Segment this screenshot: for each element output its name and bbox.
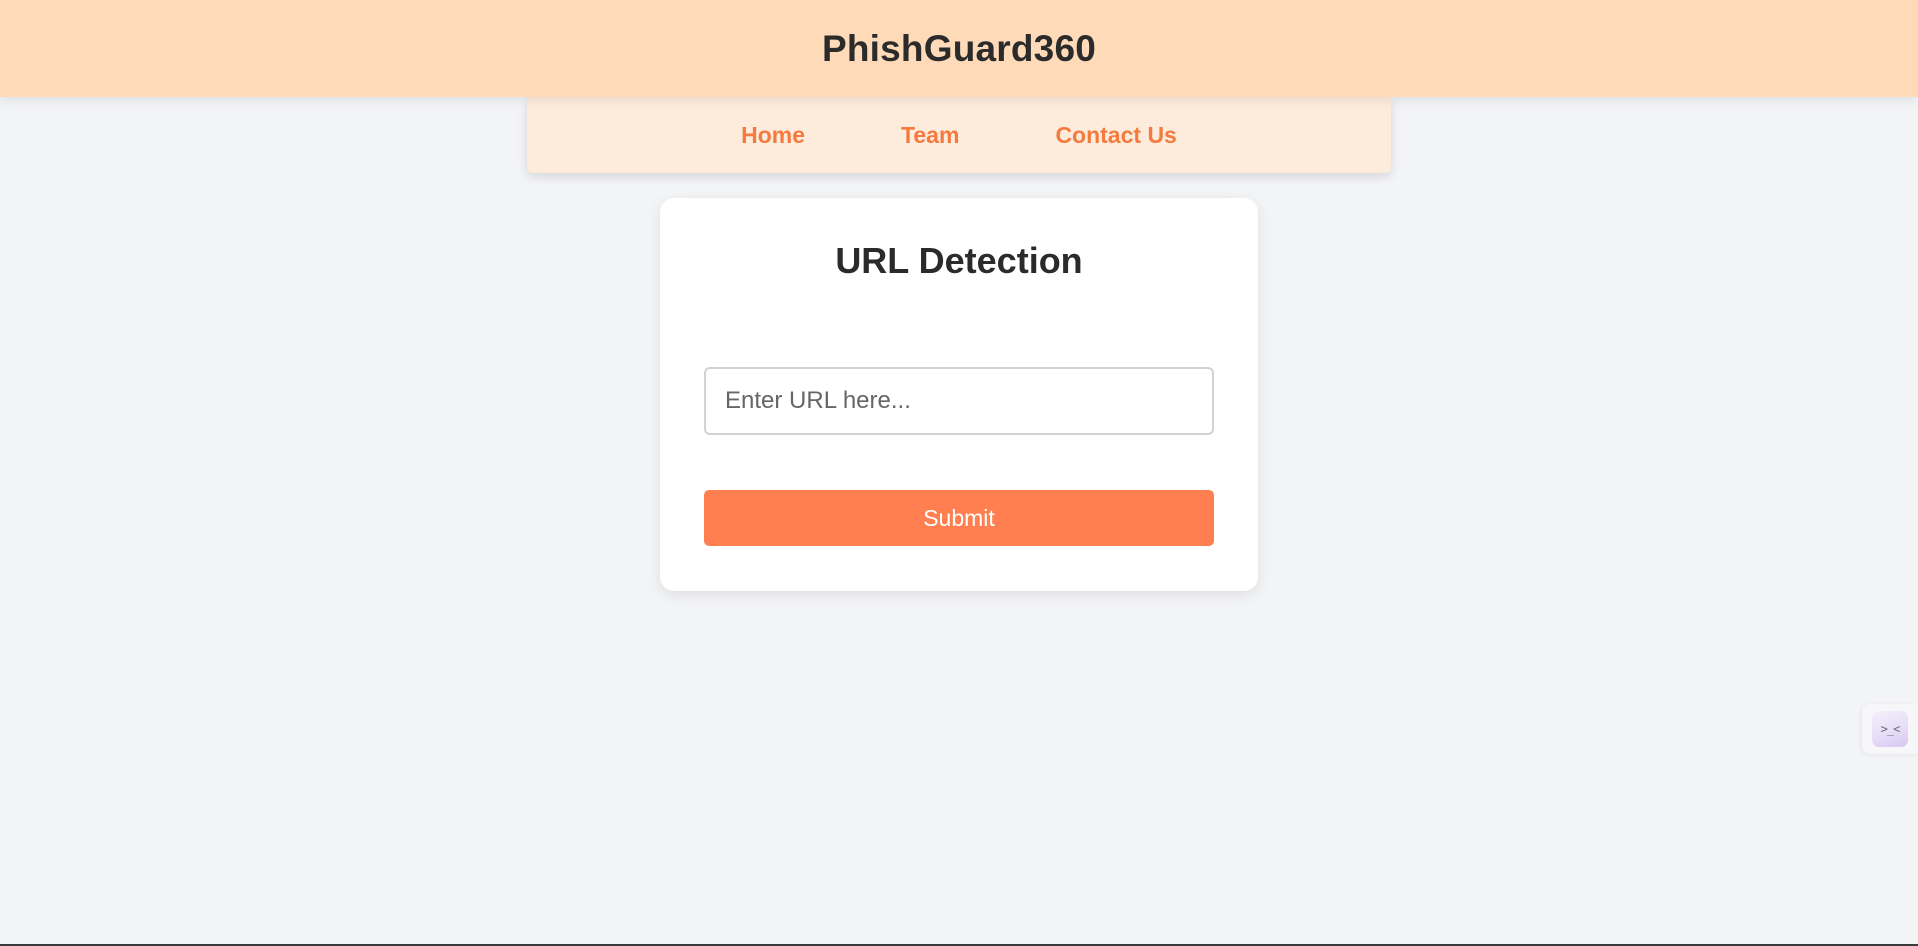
submit-button[interactable]: Submit xyxy=(704,490,1214,546)
main-nav: Home Team Contact Us xyxy=(527,97,1391,173)
card-title: URL Detection xyxy=(835,240,1083,281)
assistant-face-icon: >_< xyxy=(1872,711,1908,747)
nav-link-contact-us[interactable]: Contact Us xyxy=(1055,122,1176,149)
url-detection-card: URL Detection Submit xyxy=(660,198,1258,591)
floating-assistant-widget[interactable]: >_< xyxy=(1862,704,1918,754)
nav-link-home[interactable]: Home xyxy=(741,122,805,149)
site-header: PhishGuard360 xyxy=(0,0,1918,97)
nav-link-team[interactable]: Team xyxy=(901,122,959,149)
url-input[interactable] xyxy=(704,367,1214,435)
site-title: PhishGuard360 xyxy=(821,27,1097,69)
